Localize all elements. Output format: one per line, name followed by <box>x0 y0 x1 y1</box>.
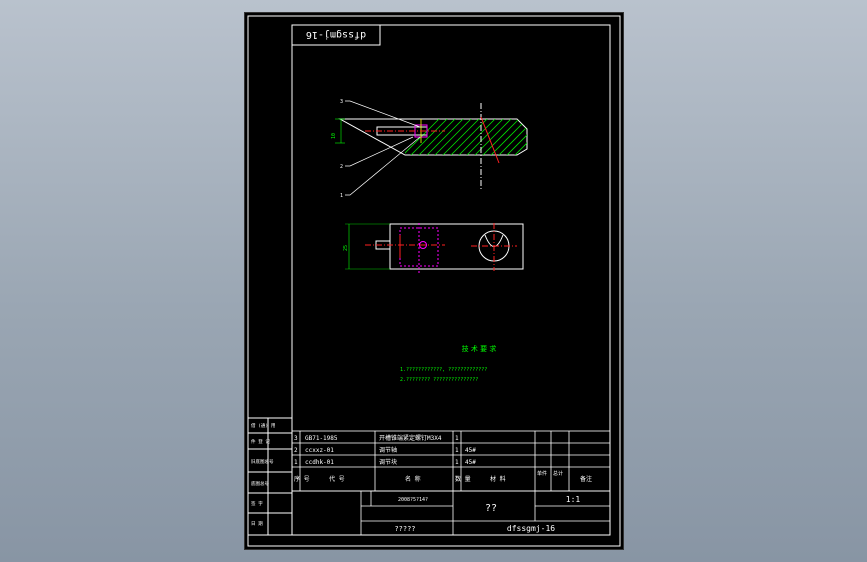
bom-row-name: 开槽锥端紧定螺钉M3X4 <box>379 434 442 442</box>
bom-row-qty: 1 <box>455 447 459 454</box>
bom-header-material: 材 料 <box>490 475 506 483</box>
bom-row-name: 调节轴 <box>379 446 397 454</box>
title-company: ????? <box>394 525 415 533</box>
technical-requirements: 技 术 要 求 1.????????????, ????????????? 2.… <box>400 344 496 383</box>
bom-row-no: 3 <box>294 435 298 442</box>
bom-row-name: 调节块 <box>379 458 397 466</box>
tech-req-line-1: 1.????????????, ????????????? <box>400 367 487 373</box>
side-label-5: 签 字 <box>251 500 263 507</box>
bom-row-code: ccdhk-01 <box>305 459 334 466</box>
bom-row-material: 45# <box>465 459 476 466</box>
side-label-3: 旧底图总号 <box>251 458 274 465</box>
side-label-2: 件 登 记 <box>251 438 270 445</box>
side-label-6: 日 期 <box>251 521 263 527</box>
bom-row-material: 45# <box>465 447 476 454</box>
bom-row-no: 1 <box>294 459 298 466</box>
bom-header-total-weight: 总计 <box>553 470 563 477</box>
title-scale: 1:1 <box>566 495 581 504</box>
leader-label-2: 2 <box>340 164 343 170</box>
title-drawing-no: dfssgmj-16 <box>507 524 555 533</box>
dim-thickness: 10 <box>331 133 337 139</box>
bom-row-qty: 1 <box>455 459 459 466</box>
leader-label-3: 3 <box>340 99 343 105</box>
bom-row-qty: 1 <box>455 435 459 442</box>
bom-row-code: ccxxz-01 <box>305 447 334 454</box>
tech-req-line-2: 2.???????? ??????????????? <box>400 377 478 383</box>
tech-req-title: 技 术 要 求 <box>462 344 497 353</box>
title-date: 2008?5?14? <box>398 497 428 503</box>
title-stamp: dfssgmj-16 <box>306 29 366 40</box>
bom-header-no: 序 号 <box>294 475 310 483</box>
side-column <box>247 417 293 536</box>
side-label-1: 借 (通) 用 <box>251 422 275 429</box>
title-part-name: ?? <box>485 503 497 514</box>
section-view: 10 3 2 1 <box>331 99 528 199</box>
bom-header-qty: 数 量 <box>455 475 471 483</box>
bom-header-unit-weight: 单件 <box>537 470 547 477</box>
side-label-4: 底图总号 <box>251 480 269 487</box>
outer-border <box>247 15 621 547</box>
bom-header-name: 名 称 <box>405 475 421 483</box>
bom-row-no: 2 <box>294 447 298 454</box>
title-stamp-box: dfssgmj-16 <box>291 24 381 46</box>
drawing-sheet: 借 (通) 用 件 登 记 旧底图总号 底图总号 签 字 日 期 dfssgmj… <box>245 13 623 549</box>
cad-drawing: 借 (通) 用 件 登 记 旧底图总号 底图总号 签 字 日 期 dfssgmj… <box>247 15 621 547</box>
bom-header-remark: 备注 <box>580 475 592 483</box>
top-view: 25 <box>343 223 524 273</box>
bom-row-code: GB71-1985 <box>305 435 338 442</box>
title-block <box>291 490 611 536</box>
dim-height: 25 <box>343 245 349 251</box>
leader-lines <box>345 100 421 196</box>
leader-label-1: 1 <box>340 193 343 199</box>
bom-header-code: 代 号 <box>329 475 345 483</box>
